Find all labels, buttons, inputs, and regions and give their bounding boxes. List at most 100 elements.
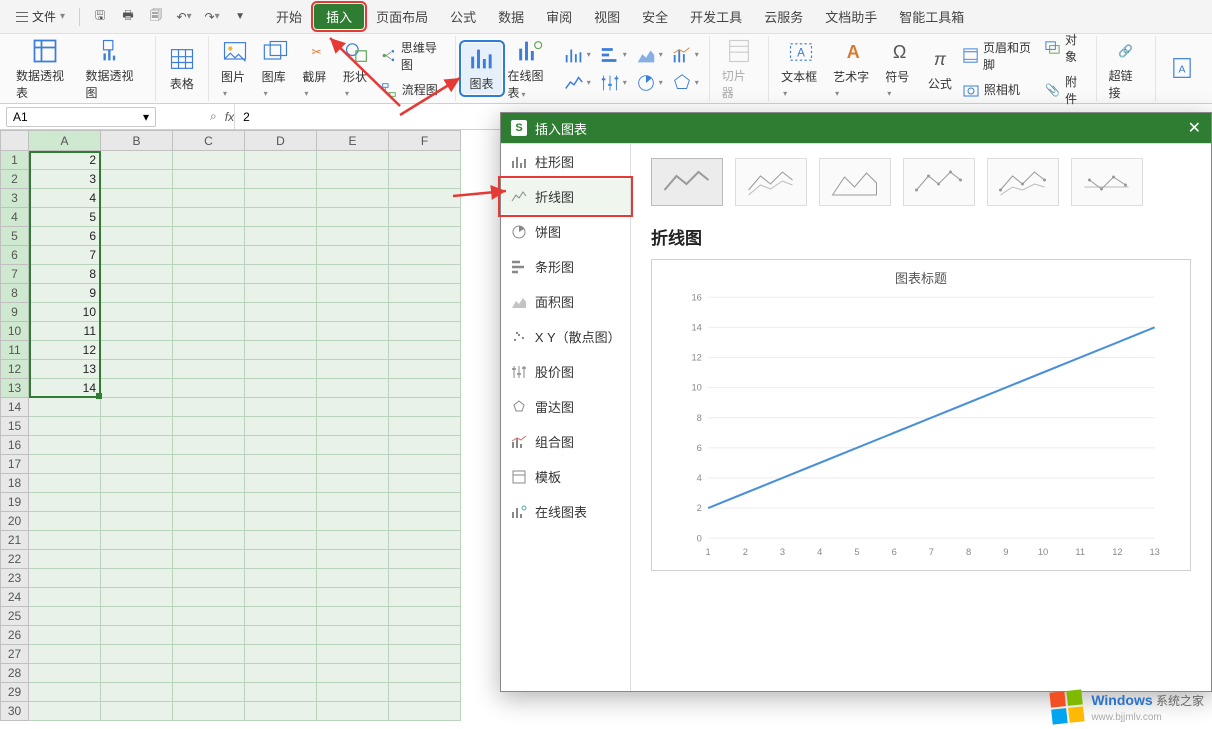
gallery-button[interactable]: 图库▾ — [256, 36, 297, 101]
cell[interactable] — [29, 626, 101, 645]
cell[interactable]: 8 — [29, 265, 101, 284]
close-icon[interactable]: ✕ — [1188, 118, 1201, 138]
print-preview-icon[interactable]: 🗐 — [148, 9, 164, 25]
col-header[interactable]: B — [101, 131, 173, 151]
fx-button[interactable]: fx — [225, 110, 234, 124]
cell[interactable] — [173, 664, 245, 683]
chart-subtype-0[interactable] — [651, 158, 723, 206]
cell[interactable] — [245, 284, 317, 303]
row-header[interactable]: 3 — [1, 189, 29, 208]
col-header[interactable]: C — [173, 131, 245, 151]
cell[interactable] — [173, 702, 245, 721]
symbol-button[interactable]: Ω 符号▾ — [879, 36, 920, 101]
chart-subtype-1[interactable] — [735, 158, 807, 206]
cell[interactable] — [245, 322, 317, 341]
chart-subtype-2[interactable] — [819, 158, 891, 206]
cell[interactable] — [173, 246, 245, 265]
cell[interactable] — [29, 588, 101, 607]
cell[interactable] — [317, 322, 389, 341]
cell[interactable] — [101, 284, 173, 303]
cell[interactable] — [389, 151, 461, 170]
flowchart-button[interactable]: 流程图 — [378, 78, 449, 102]
cell[interactable] — [317, 379, 389, 398]
cell[interactable]: 7 — [29, 246, 101, 265]
cell[interactable] — [101, 493, 173, 512]
cell[interactable] — [245, 645, 317, 664]
cell[interactable] — [245, 208, 317, 227]
pivot-chart-button[interactable]: 数据透视图 — [79, 35, 148, 103]
row-header[interactable]: 29 — [1, 683, 29, 702]
quick-access-more-icon[interactable]: ▼ — [232, 9, 248, 25]
cell[interactable] — [173, 436, 245, 455]
zoom-lens-icon[interactable]: ⌕ — [210, 109, 217, 124]
cell[interactable] — [389, 645, 461, 664]
chart-subtype-3[interactable] — [903, 158, 975, 206]
cell[interactable] — [389, 664, 461, 683]
ribbon-tab-4[interactable]: 数据 — [488, 3, 534, 30]
row-header[interactable]: 1 — [1, 151, 29, 170]
online-chart-button[interactable]: 在线图表▾ — [502, 35, 559, 103]
row-header[interactable]: 13 — [1, 379, 29, 398]
chart-category-scatter[interactable]: X Y（散点图） — [501, 319, 630, 354]
cell[interactable] — [317, 151, 389, 170]
cell[interactable] — [245, 531, 317, 550]
cell[interactable] — [173, 645, 245, 664]
ribbon-tab-11[interactable]: 智能工具箱 — [889, 3, 974, 30]
picture-button[interactable]: 图片▾ — [215, 36, 256, 101]
pivot-table-button[interactable]: 数据透视表 — [10, 35, 79, 103]
ribbon-tab-9[interactable]: 云服务 — [754, 3, 813, 30]
cell[interactable] — [389, 265, 461, 284]
cell[interactable]: 10 — [29, 303, 101, 322]
chart-button[interactable]: 图表 — [462, 43, 502, 94]
cell[interactable]: 13 — [29, 360, 101, 379]
cell[interactable] — [101, 151, 173, 170]
cell[interactable] — [29, 417, 101, 436]
cell[interactable] — [173, 227, 245, 246]
row-header[interactable]: 23 — [1, 569, 29, 588]
cell[interactable] — [317, 702, 389, 721]
cell[interactable] — [389, 379, 461, 398]
cell[interactable] — [317, 284, 389, 303]
cell[interactable] — [173, 626, 245, 645]
cell[interactable]: 11 — [29, 322, 101, 341]
cell[interactable] — [317, 303, 389, 322]
cell[interactable] — [317, 474, 389, 493]
cell[interactable] — [29, 702, 101, 721]
row-header[interactable]: 27 — [1, 645, 29, 664]
row-header[interactable]: 28 — [1, 664, 29, 683]
row-header[interactable]: 10 — [1, 322, 29, 341]
cell[interactable] — [101, 550, 173, 569]
row-header[interactable]: 9 — [1, 303, 29, 322]
cell[interactable] — [317, 531, 389, 550]
cell[interactable] — [101, 322, 173, 341]
cell[interactable] — [317, 341, 389, 360]
cell[interactable] — [317, 645, 389, 664]
cell[interactable] — [245, 550, 317, 569]
row-header[interactable]: 5 — [1, 227, 29, 246]
slicer-button[interactable]: 切片器 — [716, 35, 762, 103]
cell[interactable] — [389, 455, 461, 474]
cell[interactable] — [29, 493, 101, 512]
cell[interactable] — [101, 265, 173, 284]
ribbon-tab-5[interactable]: 审阅 — [536, 3, 582, 30]
wordart-button[interactable]: A 艺术字▾ — [827, 36, 879, 101]
cell[interactable]: 6 — [29, 227, 101, 246]
cell[interactable] — [317, 265, 389, 284]
cell[interactable] — [101, 379, 173, 398]
combo-chart-dropdown[interactable]: ▾ — [667, 42, 703, 68]
cell[interactable] — [245, 474, 317, 493]
cell[interactable] — [101, 341, 173, 360]
cell[interactable] — [317, 683, 389, 702]
file-menu[interactable]: 文件 ▾ — [8, 4, 73, 29]
cell[interactable] — [29, 531, 101, 550]
stock-chart-dropdown[interactable]: ▾ — [595, 70, 631, 96]
cell[interactable] — [173, 550, 245, 569]
cell[interactable] — [29, 474, 101, 493]
hyperlink-button[interactable]: 🔗 超链接 — [1103, 35, 1149, 103]
chart-category-online[interactable]: 在线图表 — [501, 494, 630, 529]
cell[interactable] — [317, 417, 389, 436]
cell[interactable] — [317, 398, 389, 417]
redo-icon[interactable]: ↷▾ — [204, 9, 220, 25]
cell[interactable] — [173, 189, 245, 208]
camera-button[interactable]: 照相机 — [960, 78, 1042, 102]
